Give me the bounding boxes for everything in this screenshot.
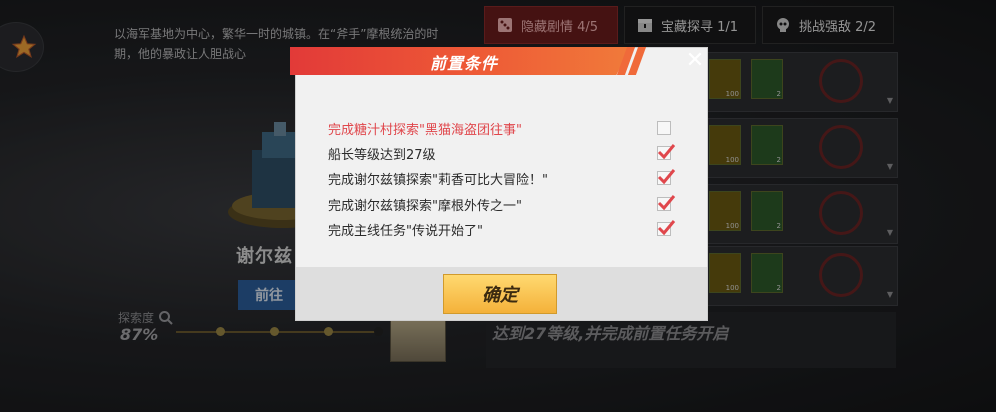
check-icon <box>657 195 676 211</box>
condition-checkbox-checked <box>657 144 676 160</box>
condition-text: 完成主线任务"传说开始了" <box>328 224 483 239</box>
check-icon <box>657 220 676 236</box>
condition-text: 完成谢尔兹镇探索"莉香可比大冒险！" <box>328 173 548 188</box>
condition-checkbox-checked <box>657 195 676 211</box>
check-icon <box>657 169 676 185</box>
condition-checkbox-checked <box>657 220 676 236</box>
prerequisite-dialog: 前置条件 ✕ 完成糖汁村探索"黑猫海盗团往事" 船长等级达到27级 完成谢尔兹镇… <box>290 47 708 321</box>
condition-text: 完成糖汁村探索"黑猫海盗团往事" <box>328 123 522 138</box>
condition-checkbox-unchecked <box>657 121 671 135</box>
confirm-button[interactable]: 确定 <box>443 274 557 314</box>
condition-checkbox-checked <box>657 169 676 185</box>
check-icon <box>657 144 676 160</box>
close-icon[interactable]: ✕ <box>685 50 705 72</box>
dialog-title: 前置条件 <box>430 54 499 73</box>
condition-text: 完成谢尔兹镇探索"摩根外传之一" <box>328 199 522 214</box>
condition-text: 船长等级达到27级 <box>328 148 436 163</box>
